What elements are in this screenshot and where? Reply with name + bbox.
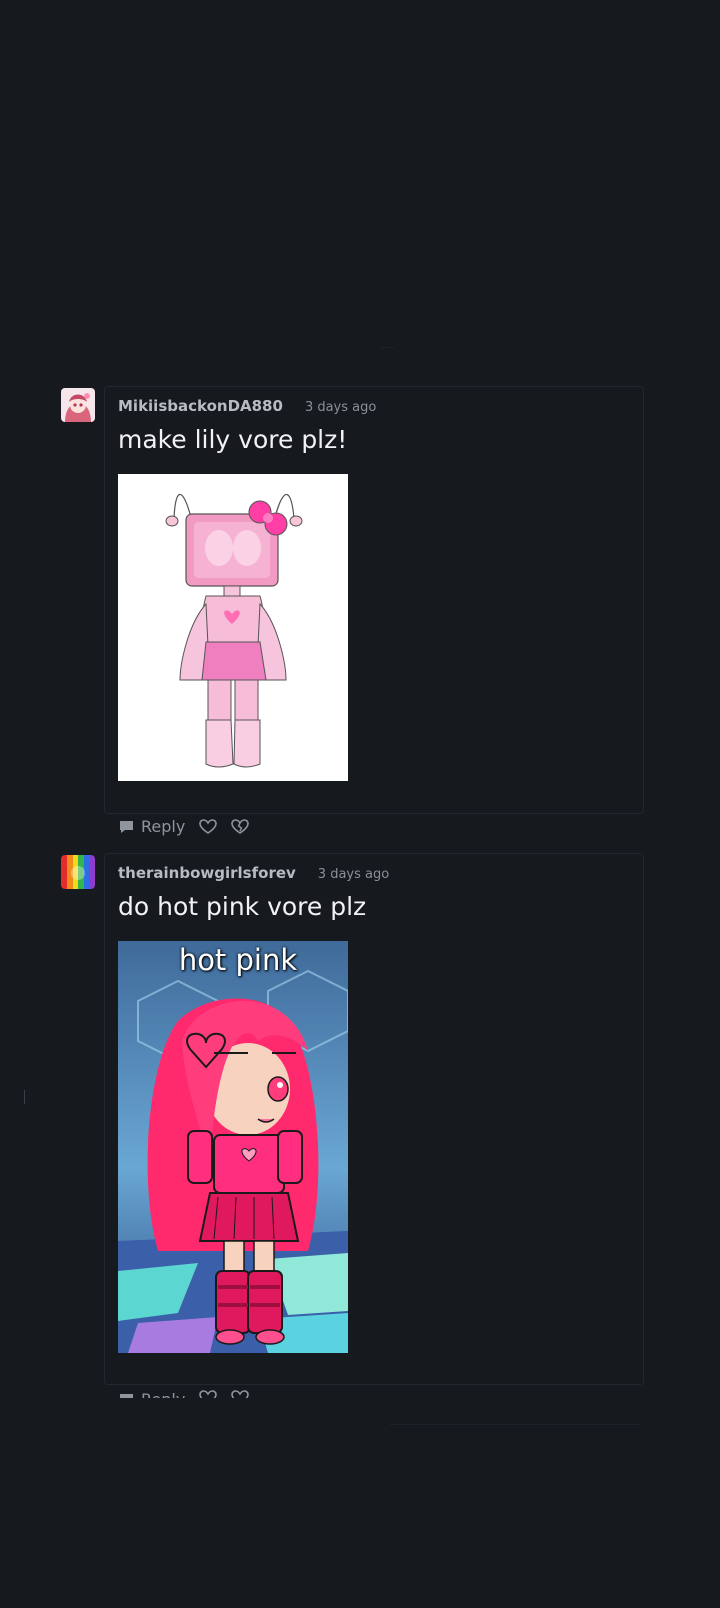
reply-label: Reply: [141, 817, 186, 836]
scroll-marker: [24, 1090, 25, 1104]
reply-icon: [118, 819, 135, 835]
comment-image[interactable]: hot pink: [118, 941, 348, 1353]
avatar[interactable]: [61, 388, 95, 422]
timestamp[interactable]: 3 days ago: [318, 867, 389, 882]
comment-text: do hot pink vore plz: [118, 892, 367, 921]
comment-text: make lily vore plz!: [118, 425, 348, 454]
separator-top: [380, 347, 394, 348]
heart-break-icon: [231, 1390, 250, 1398]
reply-label: Reply: [141, 1390, 185, 1398]
like-button[interactable]: [199, 818, 218, 835]
dislike-button[interactable]: [231, 1390, 250, 1398]
comment-image[interactable]: [118, 474, 348, 781]
dislike-button[interactable]: [231, 818, 250, 835]
image-caption: hot pink: [178, 943, 298, 977]
username[interactable]: therainbowgirlsforev: [118, 864, 296, 882]
heart-icon: [199, 818, 218, 835]
separator-bottom: [390, 1424, 640, 1425]
heart-icon: [199, 1390, 218, 1398]
heart-break-icon: [231, 818, 250, 835]
like-button[interactable]: [199, 1390, 218, 1398]
username[interactable]: MikiisbackonDA880: [118, 397, 283, 415]
reply-button[interactable]: Reply: [118, 1390, 185, 1398]
timestamp[interactable]: 3 days ago: [305, 400, 376, 415]
avatar[interactable]: [61, 855, 95, 889]
reply-button[interactable]: Reply: [118, 817, 185, 836]
reply-icon: [118, 1392, 135, 1398]
